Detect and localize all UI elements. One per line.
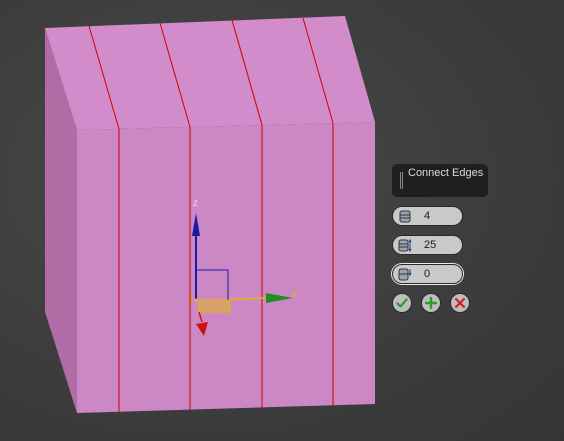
drag-grip-icon[interactable] [400, 172, 403, 189]
slide-value[interactable]: 0 [424, 268, 430, 280]
segments-field[interactable]: 4 [392, 206, 463, 226]
segments-icon [399, 210, 411, 223]
box-object[interactable] [45, 16, 375, 413]
box-top-face [45, 16, 375, 130]
z-axis-label: z [193, 198, 198, 209]
y-axis-line[interactable] [229, 297, 269, 300]
viewport[interactable]: z y [0, 0, 564, 441]
pinch-value[interactable]: 25 [424, 239, 436, 251]
plus-icon [425, 297, 437, 309]
cancel-button[interactable] [450, 293, 470, 313]
slide-field[interactable]: 0 [392, 264, 463, 284]
gizmo-center [194, 298, 198, 302]
segments-value[interactable]: 4 [424, 210, 430, 222]
ok-button[interactable] [392, 293, 412, 313]
checkmark-icon [396, 298, 408, 308]
slide-icon [398, 268, 412, 281]
pinch-field[interactable]: 25 [392, 235, 463, 255]
xy-plane-handle[interactable] [198, 299, 231, 313]
box-front-face [77, 122, 375, 413]
y-axis-label: y [292, 288, 297, 299]
close-icon [454, 297, 466, 309]
pinch-icon [398, 238, 412, 253]
caddy-title-label: Connect Edges [408, 167, 484, 179]
connect-edges-caddy-title[interactable]: Connect Edges [392, 164, 488, 197]
apply-and-continue-button[interactable] [421, 293, 441, 313]
